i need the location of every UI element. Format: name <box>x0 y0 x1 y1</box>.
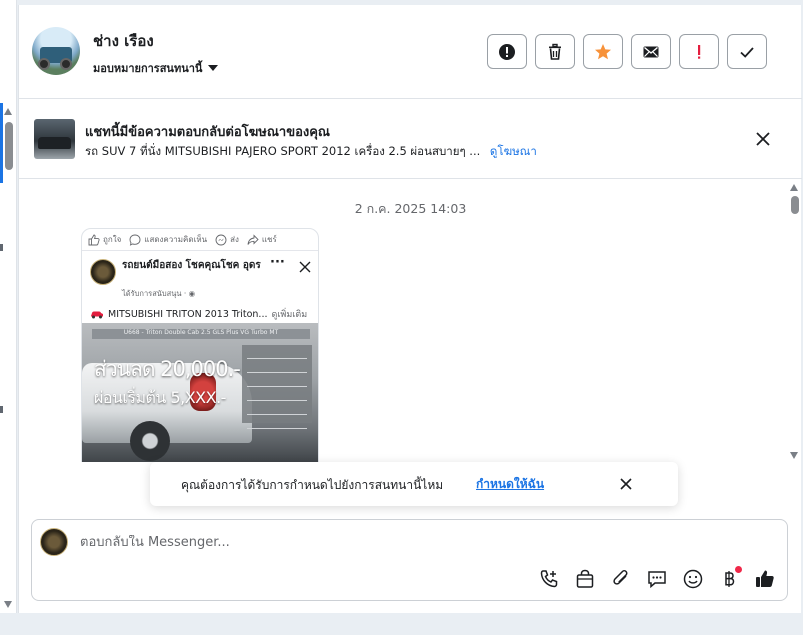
assign-prompt-text: คุณต้องการได้รับการกำหนดไปยังการสนทนานี้… <box>181 478 444 492</box>
page-avatar <box>40 528 68 556</box>
view-ad-link[interactable]: ดูโฆษณา <box>490 144 537 158</box>
ad-reply-banner: แชทนี้มีข้อความตอบกลับต่อโฆษณาของคุณ รถ … <box>19 99 802 179</box>
left-sidebar-strip <box>0 0 17 613</box>
ad-reply-subtitle: รถ SUV 7 ที่นั่ง MITSUBISHI PAJERO SPORT… <box>85 143 537 161</box>
promo-installment: ผ่อนเริ่มต้น 5,XXX.- <box>94 388 226 407</box>
share-icon <box>247 233 259 245</box>
thread-scrollbar[interactable] <box>786 180 802 462</box>
close-icon[interactable] <box>299 261 311 273</box>
share-action: แชร์ <box>247 233 277 246</box>
conversation-panel: ช่าง เรือง มอบหมายการสนทนานี้ แชทนี้มีข้… <box>18 5 802 613</box>
chat-bubble-icon <box>648 571 666 589</box>
thumbs-up-icon <box>88 234 100 245</box>
send-action: ส่ง <box>215 233 239 246</box>
more-options-icon[interactable]: ··· <box>270 255 285 270</box>
shopping-bag-icon <box>576 569 594 588</box>
post-text: MITSUBISHI TRITON 2013 Triton... ดูเพิ่ม… <box>82 301 318 323</box>
assign-label: มอบหมายการสนทนานี้ <box>93 62 203 75</box>
scroll-up-arrow[interactable] <box>790 184 798 191</box>
share-label: แชร์ <box>261 235 277 244</box>
saved-replies-button[interactable] <box>646 568 668 590</box>
scrollbar-thumb[interactable] <box>791 196 799 214</box>
promo-discount: ส่วนลด 20,000.- <box>94 357 241 381</box>
globe-icon: ◉ <box>188 289 196 298</box>
send-label: ส่ง <box>230 235 239 244</box>
post-caption: MITSUBISHI TRITON 2013 Triton... <box>108 308 268 320</box>
smiley-icon <box>683 569 703 589</box>
left-scrollbar-thumb[interactable] <box>5 122 13 170</box>
reply-input[interactable] <box>80 535 760 550</box>
report-button[interactable] <box>487 34 527 69</box>
close-icon[interactable] <box>755 131 771 147</box>
message-timestamp: 2 ก.ค. 2025 14:03 <box>354 201 467 216</box>
list-marker <box>0 244 3 251</box>
conversation-header: ช่าง เรือง มอบหมายการสนทนานี้ <box>19 5 802 99</box>
thumbs-up-icon <box>756 570 774 587</box>
see-more-link[interactable]: ดูเพิ่มเติม <box>271 307 307 321</box>
star-button[interactable] <box>583 34 623 69</box>
list-marker <box>0 406 3 413</box>
car-icon <box>91 311 103 318</box>
like-label: ถูกใจ <box>103 235 122 244</box>
trash-icon <box>549 43 561 60</box>
assign-conversation-dropdown[interactable]: มอบหมายการสนทนานี้ <box>93 59 219 77</box>
assign-prompt-toast: คุณต้องการได้รับการกำหนดไปยังการสนทนานี้… <box>150 462 678 506</box>
sponsored-label: ได้รับการสนับสนุน · ◉ <box>122 289 196 298</box>
exclamation-icon <box>698 44 701 59</box>
like-button[interactable] <box>754 568 776 590</box>
post-header: รถยนต์มือสอง โชคคุณโชค อุดร ได้รับการสนั… <box>82 251 318 301</box>
exclamation-circle-icon <box>499 43 515 60</box>
ad-description: รถ SUV 7 ที่นั่ง MITSUBISHI PAJERO SPORT… <box>85 144 481 158</box>
message-thread: 2 ก.ค. 2025 14:03 ถูกใจ แสดงความคิดเห็น <box>19 180 802 462</box>
selected-indicator <box>0 103 3 183</box>
message-composer <box>31 519 788 601</box>
comment-label: แสดงความคิดเห็น <box>144 235 208 244</box>
assign-to-me-link[interactable]: กำหนดให้ฉัน <box>476 475 544 494</box>
check-icon <box>740 46 754 58</box>
payment-button[interactable] <box>718 566 742 590</box>
comment-icon <box>129 234 141 246</box>
chevron-down-icon <box>208 65 219 71</box>
composer-toolbar <box>538 566 776 590</box>
emoji-button[interactable] <box>682 568 704 590</box>
mark-done-button[interactable] <box>727 34 767 69</box>
mark-unread-button[interactable] <box>631 34 671 69</box>
scroll-down-arrow[interactable] <box>4 601 12 608</box>
header-actions <box>487 34 767 69</box>
shared-ad-post[interactable]: ถูกใจ แสดงความคิดเห็น ส่ง แชร์ รถยนต์มือ… <box>81 228 319 462</box>
phone-plus-icon <box>540 570 558 588</box>
like-action: ถูกใจ <box>88 233 121 246</box>
post-actions-bar: ถูกใจ แสดงความคิดเห็น ส่ง แชร์ <box>82 229 318 251</box>
scroll-down-arrow[interactable] <box>790 452 798 459</box>
spam-button[interactable] <box>679 34 719 69</box>
comment-action: แสดงความคิดเห็น <box>129 233 207 246</box>
notification-dot <box>735 566 742 573</box>
envelope-icon <box>643 46 659 57</box>
attach-button[interactable] <box>610 568 632 590</box>
post-image[interactable]: U668 - Triton Double Cab 2.5 GLS Plus VG… <box>82 323 318 462</box>
star-icon <box>595 43 611 59</box>
contact-name[interactable]: ช่าง เรือง <box>93 29 154 53</box>
ad-reply-title: แชทนี้มีข้อความตอบกลับต่อโฆษณาของคุณ <box>85 125 330 140</box>
contact-avatar[interactable] <box>32 27 80 75</box>
close-icon[interactable] <box>619 477 633 491</box>
scroll-up-arrow[interactable] <box>4 108 12 115</box>
page-avatar <box>90 259 116 285</box>
paperclip-icon <box>613 570 628 585</box>
messenger-icon <box>215 234 227 245</box>
call-button[interactable] <box>538 568 560 590</box>
page-name: รถยนต์มือสอง โชคคุณโชค อุดร <box>122 260 261 271</box>
delete-button[interactable] <box>535 34 575 69</box>
ad-thumbnail[interactable] <box>34 119 75 159</box>
spec-panel <box>242 345 312 429</box>
shop-button[interactable] <box>574 568 596 590</box>
image-caption: U668 - Triton Double Cab 2.5 GLS Plus VG… <box>92 329 310 339</box>
